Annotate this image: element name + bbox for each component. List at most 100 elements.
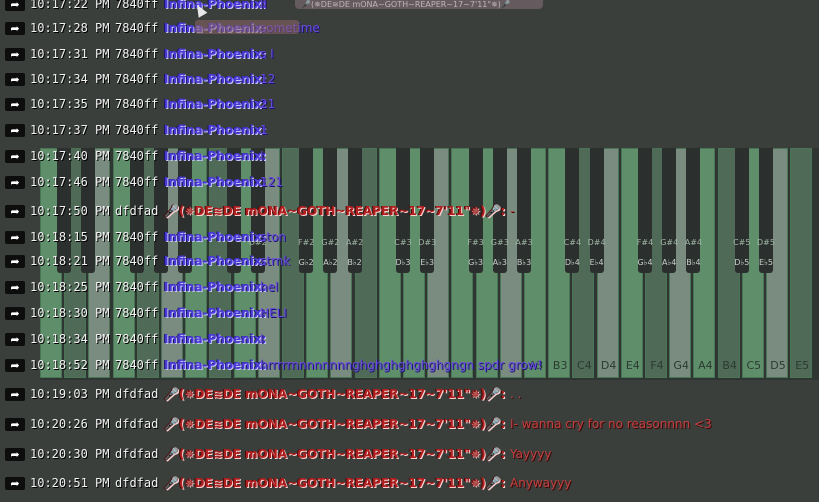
user-nickname[interactable]: Infina-Phoenix:	[164, 306, 266, 320]
message-text: HELI	[260, 306, 287, 320]
chat-log: ➦ 10:17:22 PM 7840ff Infina-Phoenix: ll ➦ 10:1…	[0, 0, 819, 502]
chat-message-row: ➦10:17:28 PM7840ffInfina-Phoenix:sometim…	[0, 18, 819, 38]
message-text: hrrrrrnnnnnnnnghghghghghghgngn spdr grow…	[260, 358, 543, 372]
message-timestamp: 10:20:51 PM	[30, 476, 110, 490]
message-timestamp: 10:17:37 PM	[30, 123, 110, 137]
reply-arrow-icon[interactable]: ➦	[5, 21, 25, 35]
message-text: ll	[260, 0, 267, 11]
user-id: 7840ff	[115, 230, 159, 244]
user-id: dfdfad	[115, 447, 159, 461]
user-nickname[interactable]: 🎤(✵DE≋DE mONA~GOTH~REAPER~17~7'11"✵)🎤:	[164, 387, 505, 401]
user-id: 7840ff	[115, 149, 159, 163]
chat-message-row: ➦ 10:20:51 PM dfdfad 🎤(✵DE≋DE mONA~GOTH~REA…	[0, 473, 819, 493]
reply-arrow-icon[interactable]: ➦	[5, 230, 25, 244]
message-timestamp: 10:19:03 PM	[30, 387, 110, 401]
user-id: 7840ff	[115, 332, 159, 346]
user-id: 7840ff	[115, 358, 159, 372]
user-nickname[interactable]: Infina-Phoenix:	[164, 149, 266, 163]
message-text: I- wanna cry for no reasonnnn <3	[510, 417, 712, 431]
user-id: 7840ff	[115, 97, 159, 111]
user-nickname[interactable]: Infina-Phoenix:	[164, 332, 266, 346]
reply-arrow-icon[interactable]: ➦	[5, 123, 25, 137]
message-timestamp: 10:17:50 PM	[30, 204, 110, 218]
user-nickname[interactable]: 🎤(✵DE≋DE mONA~GOTH~REAPER~17~7'11"✵)🎤:	[164, 476, 505, 490]
chat-message-row: ➦ 10:19:03 PM dfdfad 🎤(✵DE≋DE mONA~GOTH~REA…	[0, 384, 819, 404]
message-text: 1	[260, 123, 268, 137]
message-timestamp: 10:17:31 PM	[30, 47, 110, 61]
message-text: I	[260, 149, 264, 163]
message-timestamp: 10:20:30 PM	[30, 447, 110, 461]
user-id: dfdfad	[115, 387, 159, 401]
user-nickname[interactable]: Infina-Phoenix:	[164, 230, 266, 244]
message-text: -	[510, 204, 515, 218]
user-nickname[interactable]: Infina-Phoenix:	[164, 0, 266, 11]
reply-arrow-icon[interactable]: ➦	[5, 476, 25, 490]
reply-arrow-icon[interactable]: ➦	[5, 417, 25, 431]
chat-message-row: ➦ 10:18:21 PM 7840ff Infina-Phoenix: strnk	[0, 251, 819, 271]
reply-arrow-icon[interactable]: ➦	[5, 47, 25, 61]
user-id: 7840ff	[115, 306, 159, 320]
user-id: dfdfad	[115, 204, 159, 218]
user-nickname[interactable]: Infina-Phoenix:	[164, 72, 266, 86]
message-timestamp: 10:18:52 PM	[30, 358, 110, 372]
reply-arrow-icon[interactable]: ➦	[5, 254, 25, 268]
user-nickname[interactable]: Infina-Phoenix:	[164, 254, 266, 268]
user-nickname[interactable]: 🎤(✵DE≋DE mONA~GOTH~REAPER~17~7'11"✵)🎤:	[164, 417, 505, 431]
reply-arrow-icon[interactable]: ➦	[5, 387, 25, 401]
reply-arrow-icon[interactable]: ➦	[5, 149, 25, 163]
chat-message-row: ➦ 10:17:37 PM 7840ff Infina-Phoenix: 1	[0, 120, 819, 140]
chat-message-row: ➦ 10:20:30 PM dfdfad 🎤(✵DE≋DE mONA~GOTH~REA…	[0, 444, 819, 464]
user-id: 7840ff	[115, 47, 159, 61]
message-text: 121	[260, 175, 283, 189]
message-text: ston	[260, 230, 286, 244]
message-timestamp: 10:18:25 PM	[30, 280, 110, 294]
message-text: strnk	[260, 254, 291, 268]
reply-arrow-icon[interactable]: ➦	[5, 72, 25, 86]
reply-arrow-icon[interactable]: ➦	[5, 175, 25, 189]
chat-message-row: ➦ 10:17:40 PM 7840ff Infina-Phoenix: I	[0, 146, 819, 166]
message-timestamp: 10:18:34 PM	[30, 332, 110, 346]
reply-arrow-icon[interactable]: ➦	[5, 204, 25, 218]
message-text: s I	[260, 47, 274, 61]
user-nickname[interactable]: Infina-Phoenix:	[164, 123, 266, 137]
reply-arrow-icon[interactable]: ➦	[5, 97, 25, 111]
user-nickname[interactable]: Infina-Phoenix:	[164, 97, 266, 111]
message-text: I	[260, 332, 264, 346]
user-nickname[interactable]: Infina-Phoenix:	[164, 280, 266, 294]
chat-message-row: ➦ 10:20:26 PM dfdfad 🎤(✵DE≋DE mONA~GOTH~REA…	[0, 414, 819, 434]
user-id: 7840ff	[115, 254, 159, 268]
reply-arrow-icon[interactable]: ➦	[5, 358, 25, 372]
message-timestamp: 10:17:35 PM	[30, 97, 110, 111]
chat-message-row: ➦ 10:17:35 PM 7840ff Infina-Phoenix: 21	[0, 94, 819, 114]
user-nickname[interactable]: Infina-Phoenix:	[164, 358, 266, 372]
reply-arrow-icon[interactable]: ➦	[5, 306, 25, 320]
nick-tooltip: 🎤(✵DE≋DE mONA~GOTH~REAPER~17~7'11"✵)🎤	[295, 0, 543, 9]
user-id: dfdfad	[115, 417, 159, 431]
user-id: 7840ff	[115, 123, 159, 137]
message-text: Yayyyy	[510, 447, 552, 461]
reply-arrow-icon[interactable]: ➦	[5, 447, 25, 461]
chat-message-row: ➦ 10:17:34 PM 7840ff Infina-Phoenix: 12	[0, 69, 819, 89]
chat-message-row: ➦ 10:18:30 PM 7840ff Infina-Phoenix: HELI	[0, 303, 819, 323]
user-id: 7840ff	[115, 72, 159, 86]
user-id: 7840ff	[115, 21, 159, 35]
user-id: 7840ff	[115, 175, 159, 189]
user-nickname[interactable]: Infina-Phoenix:	[164, 47, 266, 61]
chat-message-row: ➦ 10:17:46 PM 7840ff Infina-Phoenix: 121	[0, 172, 819, 192]
reply-arrow-icon[interactable]: ➦	[5, 332, 25, 346]
message-timestamp: 10:18:21 PM	[30, 254, 110, 268]
message-timestamp: 10:17:28 PM	[30, 21, 110, 35]
chat-window: A3 B3 C4 D4 E4 F4 G4 A4 B4 C5 D5 E5 D#2 E♭2 F#2 G♭2 G#2 A…	[0, 0, 819, 502]
message-timestamp: 10:18:15 PM	[30, 230, 110, 244]
chat-message-row: ➦ 10:18:25 PM 7840ff Infina-Phoenix: hel	[0, 277, 819, 297]
message-timestamp: 10:17:40 PM	[30, 149, 110, 163]
reply-arrow-icon[interactable]: ➦	[5, 280, 25, 294]
message-text: Anywayyy	[510, 476, 572, 490]
message-text: 21	[260, 97, 276, 111]
reply-arrow-icon[interactable]: ➦	[5, 0, 25, 11]
user-nickname[interactable]: Infina-Phoenix:	[164, 175, 266, 189]
chat-message-row: ➦ 10:17:50 PM dfdfad 🎤(✵DE≋DE mONA~GOTH~REA…	[0, 201, 819, 221]
user-nickname[interactable]: 🎤(✵DE≋DE mONA~GOTH~REAPER~17~7'11"✵)🎤:	[164, 447, 505, 461]
user-nickname[interactable]: 🎤(✵DE≋DE mONA~GOTH~REAPER~17~7'11"✵)🎤:	[164, 204, 505, 218]
user-id: 7840ff	[115, 0, 159, 11]
